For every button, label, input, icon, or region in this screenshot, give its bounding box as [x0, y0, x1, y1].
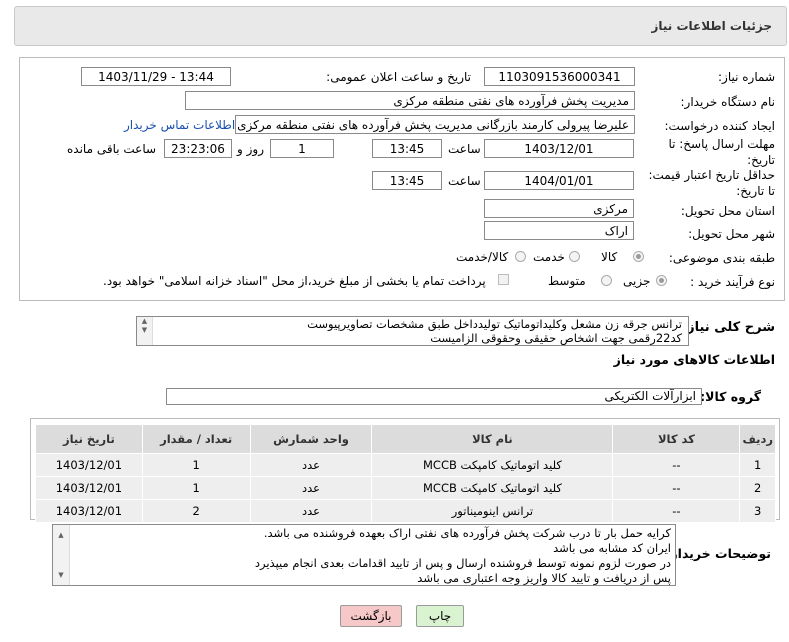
category-goods-label: کالا — [601, 250, 618, 264]
buyer-label: نام دستگاه خریدار: — [680, 95, 776, 109]
announce-field: 1403/11/29 - 13:44 — [81, 67, 231, 86]
process-minor-label: جزیی — [623, 274, 651, 288]
row-date: 1403/12/01 — [35, 476, 143, 500]
page-title: جزئیات اطلاعات نیاز — [651, 19, 772, 33]
remaining-time-field: 23:23:06 — [164, 139, 232, 158]
col-unit: واحد شمارش — [249, 424, 373, 454]
row-qty: 1 — [141, 476, 251, 500]
process-medium-label: متوسط — [548, 274, 586, 288]
buyer-note-line-2: ایران کد مشابه می باشد — [553, 541, 671, 555]
table-row: 2 -- کلید اتوماتیک کامپکت MCCB عدد 1 140… — [35, 476, 776, 500]
province-label: استان محل تحویل: — [680, 204, 775, 218]
province-field: مرکزی — [484, 199, 634, 218]
row-unit: عدد — [249, 499, 373, 523]
table-row: 3 -- ترانس اینومیناتور عدد 2 1403/12/01 — [35, 499, 776, 523]
validity-time-word: ساعت — [448, 174, 481, 188]
city-label: شهر محل تحویل: — [688, 227, 775, 241]
process-medium-radio[interactable] — [601, 275, 612, 286]
category-service-label: خدمت — [533, 250, 565, 264]
buyer-field: مدیریت پخش فرآورده های نفتی منطقه مرکزی — [185, 91, 635, 110]
table-row: 1 -- کلید اتوماتیک کامپکت MCCB عدد 1 140… — [35, 453, 776, 477]
buyer-note-line-3: در صورت لزوم نمونه توسط فروشنده ارسال و … — [254, 556, 671, 570]
goods-table: ردیف کد کالا نام کالا واحد شمارش تعداد /… — [35, 424, 776, 523]
need-number-label: شماره نیاز: — [718, 70, 775, 84]
row-number: 1 — [739, 453, 776, 477]
row-qty: 2 — [141, 499, 251, 523]
deadline-date-field: 1403/12/01 — [484, 139, 634, 158]
description-scrollbar[interactable]: ▲ ▼ — [137, 317, 153, 345]
validity-label: حداقل تاریخ اعتبار قیمت: تا تاریخ: — [648, 168, 775, 198]
buyer-notes-box: کرایه حمل بار تا درب شرکت پخش فرآورده ها… — [52, 524, 676, 586]
col-date: تاریخ نیاز — [35, 424, 143, 454]
row-code: -- — [612, 476, 741, 500]
city-field: اراک — [484, 221, 634, 240]
days-word: روز و — [237, 142, 264, 156]
deadline-time-word: ساعت — [448, 142, 481, 156]
category-goods-service-label: کالا/خدمت — [456, 250, 509, 264]
header-panel: جزئیات اطلاعات نیاز — [14, 6, 787, 46]
col-name: نام کالا — [371, 424, 614, 454]
back-button[interactable]: بازگشت — [340, 605, 402, 627]
row-name: ترانس اینومیناتور — [371, 499, 614, 523]
contact-buyer-link[interactable]: اطلاعات تماس خریدار — [124, 118, 235, 132]
deadline-label: مهلت ارسال پاسخ: تا تاریخ: — [668, 137, 775, 167]
col-code: کد کالا — [612, 424, 741, 454]
deadline-time-field: 13:45 — [372, 139, 442, 158]
creator-field: علیرضا پیرولی کارمند بازرگانی مدیریت پخش… — [235, 115, 635, 134]
row-number: 3 — [739, 499, 776, 523]
description-line-1: ترانس جرقه زن مشعل وکلیداتوماتیک تولیددا… — [307, 317, 682, 331]
row-date: 1403/12/01 — [35, 499, 143, 523]
row-name: کلید اتوماتیک کامپکت MCCB — [371, 453, 614, 477]
buyer-notes-label: توضیحات خریدار: — [665, 546, 771, 561]
category-label: طبقه بندی موضوعی: — [668, 251, 775, 265]
description-box: ترانس جرقه زن مشعل وکلیداتوماتیک تولیددا… — [136, 316, 689, 346]
description-line-2: کد22رقمی جهت اشخاص حقیقی وحقوقی الزامیست — [430, 331, 682, 345]
validity-date-field: 1404/01/01 — [484, 171, 634, 190]
description-label: شرح کلی نیاز: — [681, 320, 775, 335]
buyer-note-line-1: کرایه حمل بار تا درب شرکت پخش فرآورده ها… — [263, 526, 671, 540]
category-service-radio[interactable] — [569, 251, 580, 262]
row-date: 1403/12/01 — [35, 453, 143, 477]
creator-label: ایجاد کننده درخواست: — [664, 119, 775, 133]
treasury-checkbox[interactable] — [498, 274, 509, 285]
need-number-field: 1103091536000341 — [484, 67, 635, 86]
col-row: ردیف — [739, 424, 776, 454]
row-qty: 1 — [141, 453, 251, 477]
process-label: نوع فرآیند خرید : — [690, 275, 775, 289]
col-qty: تعداد / مقدار — [141, 424, 251, 454]
print-button[interactable]: چاپ — [416, 605, 464, 627]
goods-group-field: ابزارآلات الکتریکی — [166, 388, 702, 405]
buyer-notes-scrollbar[interactable]: ▲ ▼ — [53, 525, 70, 585]
row-code: -- — [612, 499, 741, 523]
category-goods-radio[interactable] — [633, 251, 644, 262]
days-field: 1 — [270, 139, 334, 158]
treasury-note: پرداخت تمام یا بخشی از مبلغ خرید،از محل … — [103, 274, 486, 288]
row-unit: عدد — [249, 453, 373, 477]
process-minor-radio[interactable] — [656, 275, 667, 286]
category-goods-service-radio[interactable] — [515, 251, 526, 262]
row-unit: عدد — [249, 476, 373, 500]
buyer-note-line-4: پس از دریافت و تایید کالا واریز وجه اعتب… — [417, 571, 671, 585]
row-code: -- — [612, 453, 741, 477]
remaining-word: ساعت باقی مانده — [67, 142, 157, 156]
announce-label: تاریخ و ساعت اعلان عمومی: — [326, 70, 471, 84]
validity-time-field: 13:45 — [372, 171, 442, 190]
row-name: کلید اتوماتیک کامپکت MCCB — [371, 476, 614, 500]
row-number: 2 — [739, 476, 776, 500]
goods-section-title: اطلاعات کالاهای مورد نیاز — [613, 352, 775, 367]
goods-group-label: گروه کالا: — [700, 389, 761, 404]
